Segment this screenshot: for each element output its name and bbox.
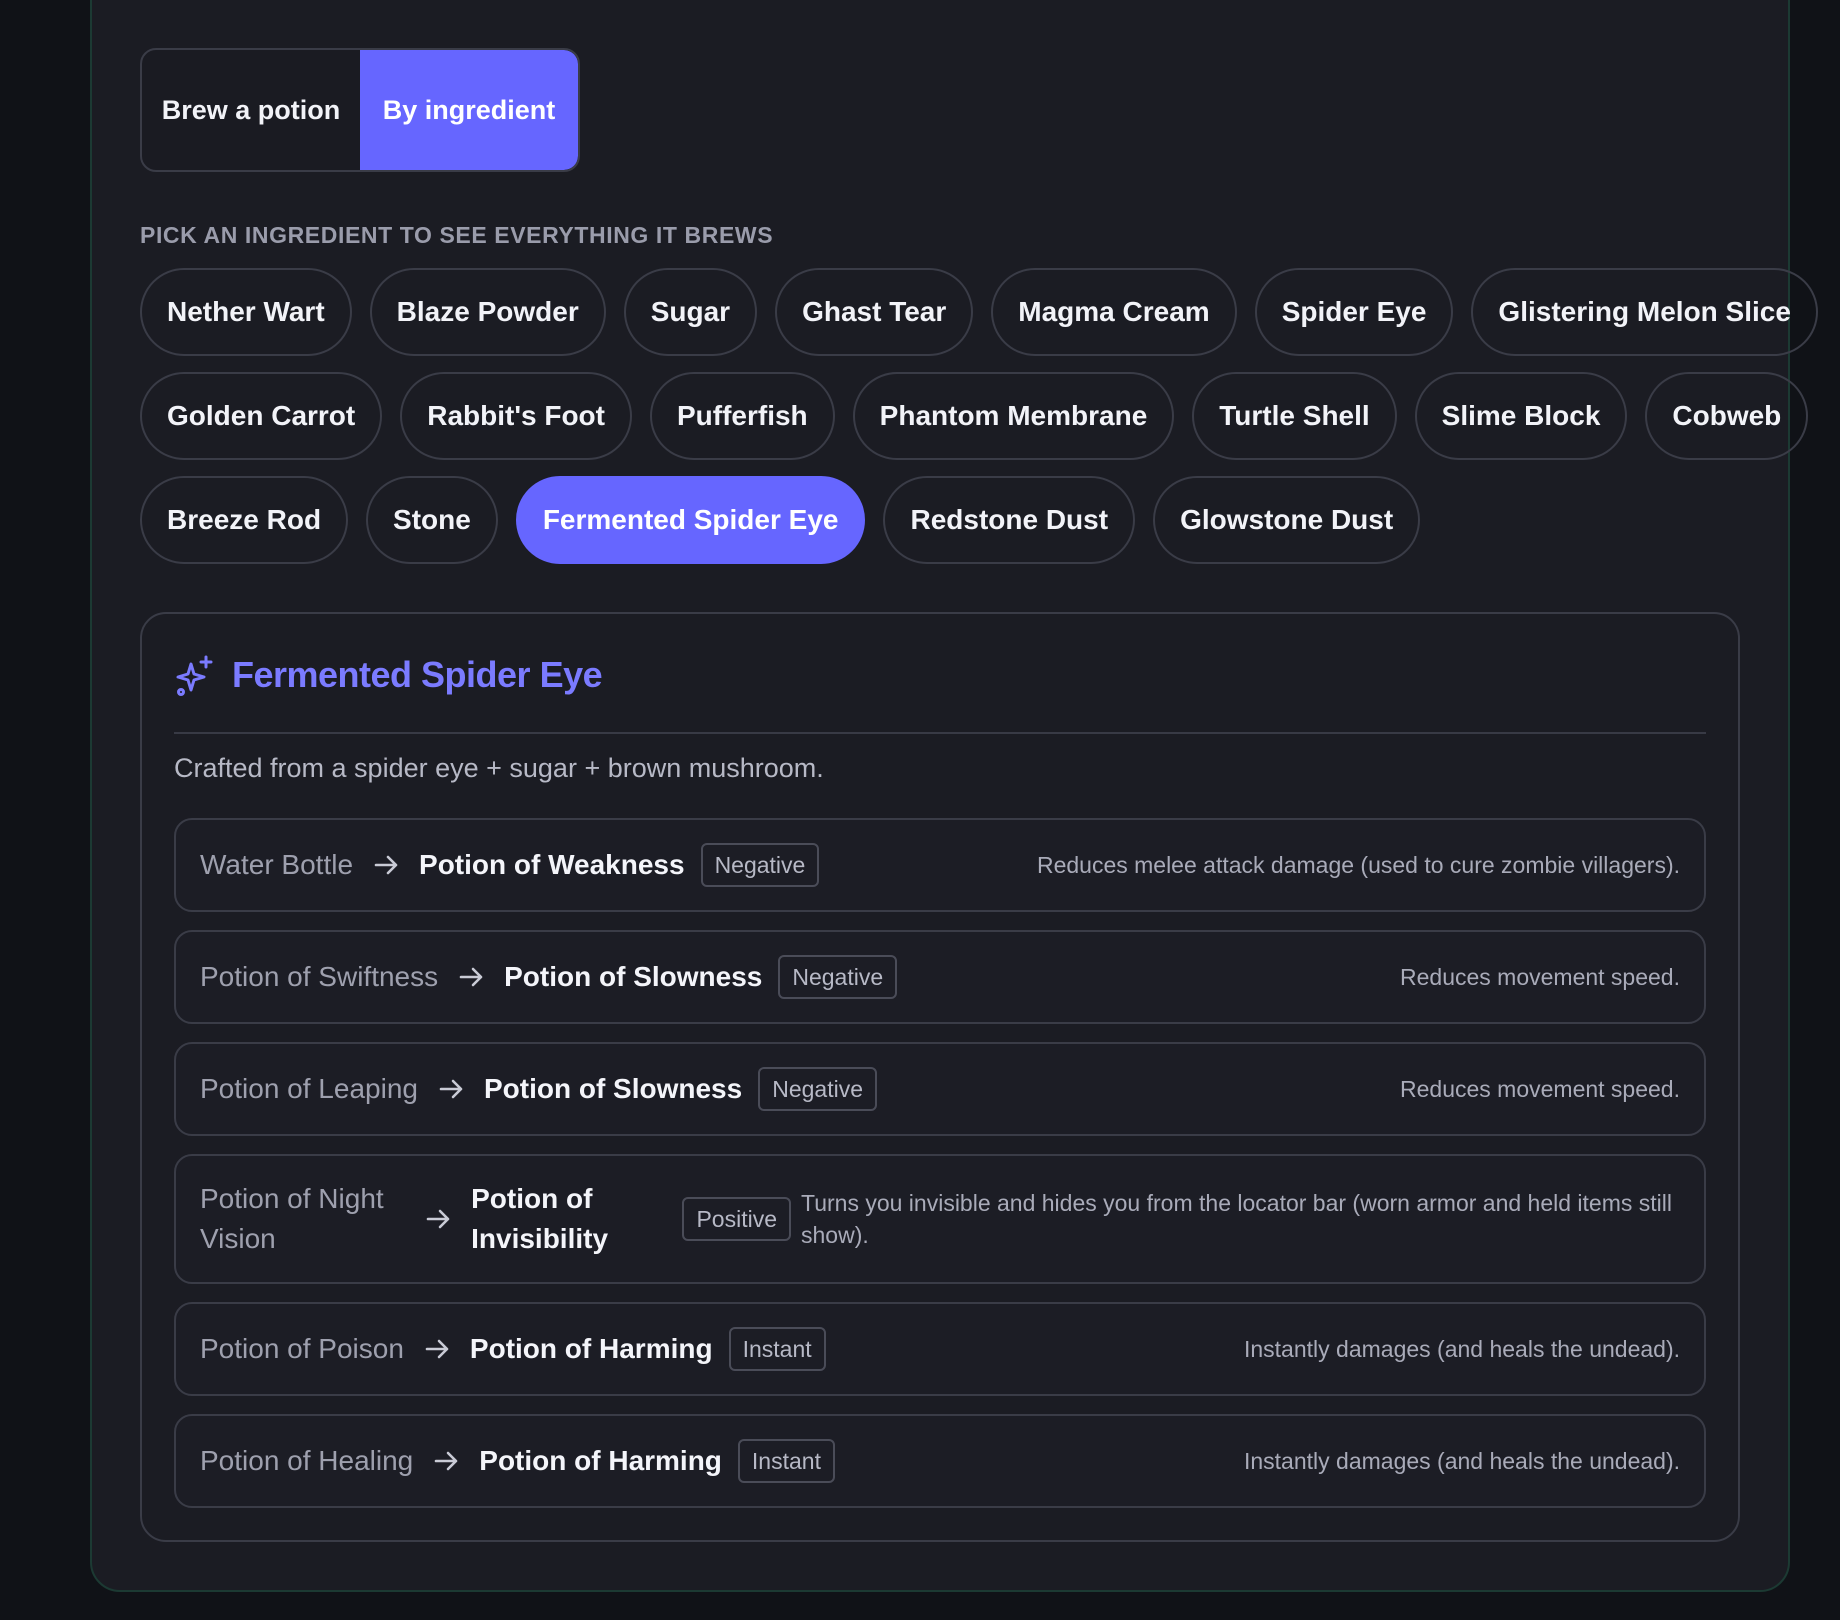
ingredient-chip[interactable]: Redstone Dust [883,476,1136,564]
effect-type-badge: Instant [737,1439,835,1483]
ingredient-chip[interactable]: Slime Block [1414,372,1628,460]
recipe-row: Water Bottle Potion of Weakness Negative… [174,818,1706,912]
ingredient-chip[interactable]: Magma Cream [991,268,1237,356]
recipe-result: Potion of Harming [479,1445,722,1476]
recipe-row: Potion of Leaping Potion of Slowness Neg… [174,1042,1706,1136]
section-label: PICK AN INGREDIENT TO SEE EVERYTHING IT … [140,222,774,248]
ingredient-chip[interactable]: Turtle Shell [1192,372,1397,460]
ingredient-detail-card: Fermented Spider Eye Crafted from a spid… [140,612,1740,1542]
recipe-from: Water Bottle [200,849,354,880]
recipe-effect: Reduces movement speed. [1400,1076,1680,1102]
arrow-right-icon [426,1209,450,1229]
recipe-result: Potion of Harming [469,1333,713,1364]
effect-type-badge: Negative [700,843,820,887]
ingredient-chip[interactable]: Cobweb [1645,372,1809,460]
recipe-effect: Instantly damages (and heals the undead)… [1243,1336,1680,1362]
chip-row: Golden Carrot Rabbit's Foot Pufferfish P… [140,372,1809,460]
ingredient-chip[interactable]: Rabbit's Foot [400,372,632,460]
ingredient-chip[interactable]: Glowstone Dust [1153,476,1421,564]
recipe-row: Potion of Poison Potion of Harming Insta… [174,1302,1706,1396]
card-description: Crafted from a spider eye + sugar + brow… [174,753,824,783]
recipe-effect: Turns you invisible and hides you from t… [801,1190,1672,1248]
ingredient-chip-list: Nether Wart Blaze Powder Sugar Ghast Tea… [140,268,1818,580]
recipe-result: Potion of Weakness [419,849,685,880]
ingredient-chip[interactable]: Nether Wart [140,268,352,356]
mode-toggle: Brew a potion By ingredient [140,48,580,172]
ingredient-chip[interactable]: Phantom Membrane [852,372,1175,460]
recipe-result: Potion of Slowness [483,1073,743,1104]
arrow-right-icon [439,1079,463,1099]
ingredient-chip[interactable]: Golden Carrot [140,372,383,460]
mode-brew-a-potion-button[interactable]: Brew a potion [142,50,360,170]
recipe-list: Water Bottle Potion of Weakness Negative… [174,818,1706,1526]
arrow-right-icon [374,855,398,875]
ingredient-chip[interactable]: Breeze Rod [140,476,349,564]
effect-type-badge: Positive [682,1197,791,1241]
chip-row: Nether Wart Blaze Powder Sugar Ghast Tea… [140,268,1818,356]
ingredient-chip[interactable]: Stone [366,476,498,564]
arrow-right-icon [425,1339,449,1359]
ingredient-chip[interactable]: Ghast Tear [775,268,974,356]
recipe-row: Potion of Swiftness Potion of Slowness N… [174,930,1706,1024]
recipe-from: Potion of Leaping [200,1073,418,1104]
card-header: Fermented Spider Eye [174,652,1706,734]
ingredient-chip[interactable]: Blaze Powder [369,268,606,356]
recipe-result: Potion of Invisibility [471,1183,609,1254]
ingredient-chip[interactable]: Spider Eye [1254,268,1454,356]
arrow-right-icon [434,1451,458,1471]
recipe-from: Potion of Night Vision [200,1183,384,1254]
recipe-effect: Reduces melee attack damage (used to cur… [1036,852,1680,878]
recipe-from: Potion of Healing [200,1445,414,1476]
ingredient-chip[interactable]: Pufferfish [649,372,835,460]
sparkle-icon [176,655,213,696]
recipe-effect: Reduces movement speed. [1400,964,1680,990]
recipe-row: Potion of Healing Potion of Harming Inst… [174,1414,1706,1508]
effect-type-badge: Negative [778,955,898,999]
effect-type-badge: Negative [758,1067,877,1111]
arrow-right-icon [459,967,483,987]
ingredient-chip[interactable]: Glistering Melon Slice [1471,268,1818,356]
chip-row: Breeze Rod Stone Fermented Spider Eye Re… [140,476,1740,564]
ingredient-chip-selected[interactable]: Fermented Spider Eye [515,476,866,564]
mode-by-ingredient-button[interactable]: By ingredient [360,50,578,170]
effect-type-badge: Instant [728,1327,826,1371]
ingredient-chip[interactable]: Sugar [623,268,758,356]
recipe-row: Potion of Night Vision Potion of Invisib… [174,1154,1706,1284]
recipe-from: Potion of Poison [200,1333,404,1364]
recipe-effect: Instantly damages (and heals the undead)… [1243,1448,1680,1474]
recipe-from: Potion of Swiftness [200,961,439,992]
recipe-result: Potion of Slowness [504,961,763,992]
card-title: Fermented Spider Eye [232,654,603,695]
